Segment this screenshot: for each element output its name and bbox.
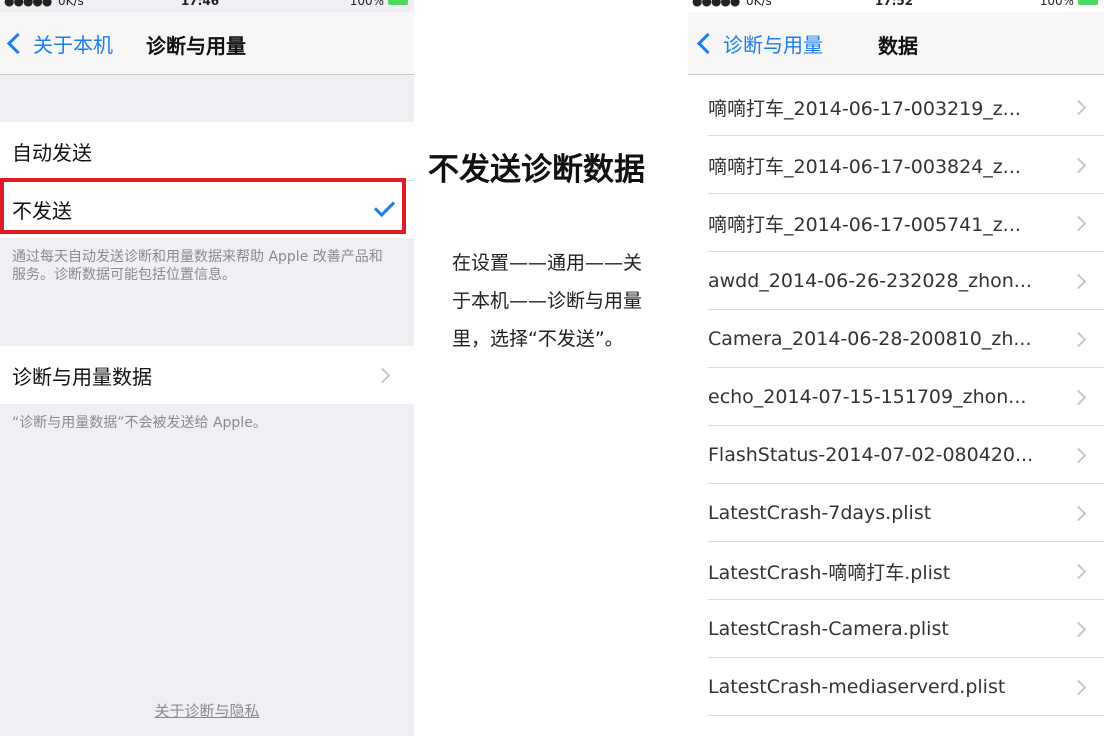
file-name: LatestCrash-mediaserverd.plist [708,676,1006,698]
list-item[interactable]: 嘀嘀打车_2014-06-17-003824_z... [688,136,1104,194]
options-footer: 通过每天自动发送诊断和用量数据来帮助 Apple 改善产品和服务。诊断数据可能包… [12,249,383,284]
chevron-right-icon [374,367,391,384]
checkmark-icon [373,195,396,218]
status-bar: ●●●●● 0K/s 17:52 100% [688,0,1104,12]
list-item[interactable]: LatestCrash-7days.plist [688,484,1104,542]
file-name: 嘀嘀打车_2014-06-17-005741_z... [708,213,1021,236]
file-name: Camera_2014-06-28-200810_zh... [708,328,1032,350]
battery-percent: 100% [1039,0,1074,8]
row-label: 诊断与用量数据 [12,364,152,389]
file-name: awdd_2014-06-26-232028_zhon... [708,270,1032,292]
data-file-list: 嘀嘀打车_2014-06-17-003219_z... 嘀嘀打车_2014-06… [688,78,1104,716]
option-dont-send[interactable]: 不发送 [0,180,414,238]
back-label: 关于本机 [33,32,113,57]
chevron-right-icon [1070,389,1087,406]
navigation-bar: 关于本机 诊断与用量 [0,12,414,75]
chevron-right-icon [1070,99,1087,116]
chevron-right-icon [1070,563,1087,580]
page-title: 诊断与用量 [146,34,246,58]
file-name: LatestCrash-嘀嘀打车.plist [708,561,951,584]
status-bar: ●●●●● 0K/s 17:46 100% [0,0,414,12]
list-item[interactable]: awdd_2014-06-26-232028_zhon... [688,252,1104,310]
chevron-right-icon [1070,215,1087,232]
chevron-right-icon [1070,157,1087,174]
chevron-right-icon [1070,331,1087,348]
back-button[interactable]: 诊断与用量 [694,28,823,58]
file-name: echo_2014-07-15-151709_zhon... [708,386,1027,408]
settings-diagnostics-screen: ●●●●● 0K/s 17:46 100% 关于本机 诊断与用量 自动发送 不发… [0,0,414,736]
signal-strength: ●●●●● [4,0,52,8]
file-name: FlashStatus-2014-07-02-080420... [708,444,1034,466]
list-item[interactable]: FlashStatus-2014-07-02-080420... [688,426,1104,484]
about-diagnostics-privacy-link[interactable]: 关于诊断与隐私 [0,700,414,721]
list-item[interactable]: LatestCrash-嘀嘀打车.plist [688,542,1104,600]
chevron-right-icon [1070,505,1087,522]
file-name: 嘀嘀打车_2014-06-17-003219_z... [708,97,1021,120]
signal-strength: ●●●●● [692,0,740,8]
network-speed: 0K/s [58,0,84,8]
option-label: 不发送 [12,198,72,223]
network-speed: 0K/s [746,0,772,8]
status-time: 17:52 [874,0,914,8]
file-name: LatestCrash-Camera.plist [708,618,949,640]
chevron-left-icon [696,32,719,54]
send-options-group: 自动发送 不发送 [0,122,414,238]
battery-icon [388,0,408,5]
diagnostics-usage-data-row[interactable]: 诊断与用量数据 [0,346,414,404]
chevron-right-icon [1070,621,1087,638]
headline: 不发送诊断数据 [428,152,645,188]
chevron-right-icon [1070,273,1087,290]
back-label: 诊断与用量 [723,32,823,57]
chevron-left-icon [6,32,29,54]
file-name: 嘀嘀打车_2014-06-17-003824_z... [708,155,1021,178]
list-item[interactable]: 嘀嘀打车_2014-06-17-003219_z... [688,78,1104,136]
list-item[interactable]: echo_2014-07-15-151709_zhon... [688,368,1104,426]
page-title: 数据 [878,34,918,58]
file-name: LatestCrash-7days.plist [708,502,932,524]
list-item[interactable]: 嘀嘀打车_2014-06-17-005741_z... [688,194,1104,252]
diagnostic-data-screen: ●●●●● 0K/s 17:52 100% 诊断与用量 数据 嘀嘀打车_2014… [688,0,1104,736]
list-item[interactable]: LatestCrash-Camera.plist [688,600,1104,658]
navigation-bar: 诊断与用量 数据 [688,12,1104,75]
list-item[interactable]: LatestCrash-mediaserverd.plist [688,658,1104,716]
option-label: 自动发送 [12,140,92,165]
status-time: 17:46 [180,0,220,8]
chevron-right-icon [1070,447,1087,464]
instruction-text: 在设置——通用——关于本机——诊断与用量里，选择“不发送”。 [452,252,643,350]
battery-percent: 100% [349,0,384,8]
option-auto-send[interactable]: 自动发送 [0,122,414,180]
data-footer: “诊断与用量数据”不会被发送给 Apple。 [12,415,267,431]
list-item[interactable]: Camera_2014-06-28-200810_zh... [688,310,1104,368]
back-button[interactable]: 关于本机 [4,28,113,58]
chevron-right-icon [1070,679,1087,696]
usage-data-group: 诊断与用量数据 [0,346,414,404]
battery-icon [1078,0,1098,5]
